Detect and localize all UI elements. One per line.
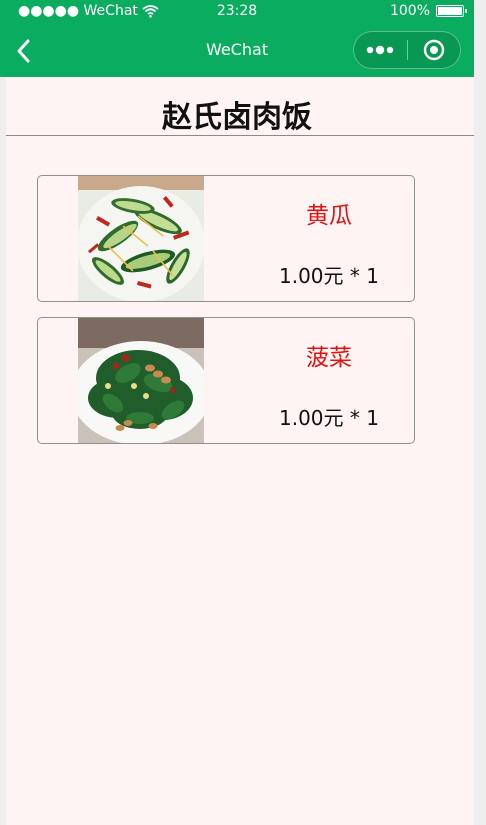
title-divider [6, 135, 474, 136]
item-price: 1.00元 * 1 [279, 264, 379, 288]
battery-icon [436, 5, 467, 17]
item-image [78, 318, 204, 443]
more-button[interactable] [354, 32, 407, 68]
status-battery: 100% [389, 3, 467, 19]
mini-program-capsule [353, 31, 461, 69]
cucumber-salad-photo [78, 176, 204, 301]
more-dots-icon [367, 45, 394, 55]
item-price: 1.00元 * 1 [279, 406, 379, 430]
item-name: 黄瓜 [306, 203, 352, 229]
order-item[interactable]: 黄瓜 1.00元 * 1 [37, 175, 415, 302]
nav-bar: WeChat [0, 24, 474, 77]
status-bar: ●●●●● WeChat 23:28 100% [0, 0, 474, 24]
spinach-peanut-photo [78, 318, 204, 443]
app-screen: ●●●●● WeChat 23:28 100% WeChat 赵氏卤肉饭 黄瓜 … [0, 0, 474, 825]
close-button[interactable] [407, 32, 460, 68]
item-name: 菠菜 [306, 345, 352, 371]
close-target-icon [423, 39, 444, 61]
order-item[interactable]: 菠菜 1.00元 * 1 [37, 317, 415, 444]
battery-percent: 100% [389, 3, 430, 19]
item-image [78, 176, 204, 301]
page-title: 赵氏卤肉饭 [162, 100, 312, 135]
right-edge [474, 0, 486, 825]
left-edge [0, 77, 6, 825]
